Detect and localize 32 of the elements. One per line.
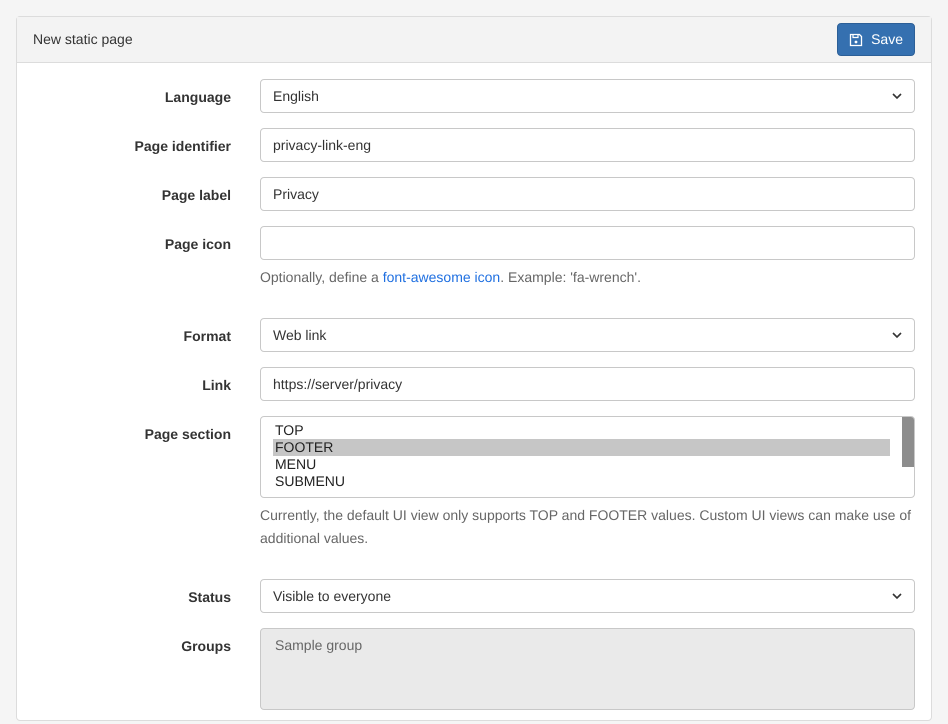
multiselect-option[interactable]: Sample group: [275, 635, 900, 656]
input-field[interactable]: https://server/privacy: [260, 367, 915, 401]
field-label: Language: [164, 88, 231, 107]
input-field[interactable]: Privacy: [260, 177, 915, 211]
listbox-field[interactable]: TOP FOOTER MENU SUBMENU: [260, 416, 915, 498]
dropdown-field[interactable]: Visible to everyone: [260, 579, 915, 613]
help-text: Optionally, define a font-awesome icon. Example: 'fa-wrench'.: [260, 268, 642, 287]
save-button[interactable]: Save: [837, 23, 915, 56]
help-text: Currently, the default UI view only supports TOP and FOOTER values. Custom UI views can make use of additional values.: [260, 506, 912, 548]
dropdown-field[interactable]: English: [260, 79, 915, 113]
scrollbar-thumb[interactable]: [902, 417, 914, 467]
chevron-down-icon: [892, 330, 902, 340]
listbox-option[interactable]: TOP: [273, 422, 890, 439]
field-label: Link: [202, 376, 231, 395]
field-label: Page identifier: [134, 137, 231, 156]
listbox-option[interactable]: FOOTER: [273, 439, 890, 456]
listbox-option[interactable]: MENU: [273, 456, 890, 473]
multiselect-field[interactable]: Sample group: [260, 628, 915, 710]
field-label: Page section: [144, 425, 231, 444]
dropdown-field[interactable]: Web link: [260, 318, 915, 352]
field-label: Status: [188, 588, 231, 607]
field-label: Page label: [162, 186, 231, 205]
input-field[interactable]: [260, 226, 915, 260]
input-field[interactable]: privacy-link-eng: [260, 128, 915, 162]
field-label: Groups: [181, 637, 231, 656]
listbox-option[interactable]: SUBMENU: [273, 473, 890, 490]
chevron-down-icon: [892, 91, 902, 101]
panel-title: New static page: [33, 30, 133, 49]
font-awesome-link[interactable]: font-awesome icon: [382, 269, 500, 285]
chevron-down-icon: [892, 591, 902, 601]
field-label: Format: [184, 327, 231, 346]
field-label: Page icon: [164, 235, 231, 254]
